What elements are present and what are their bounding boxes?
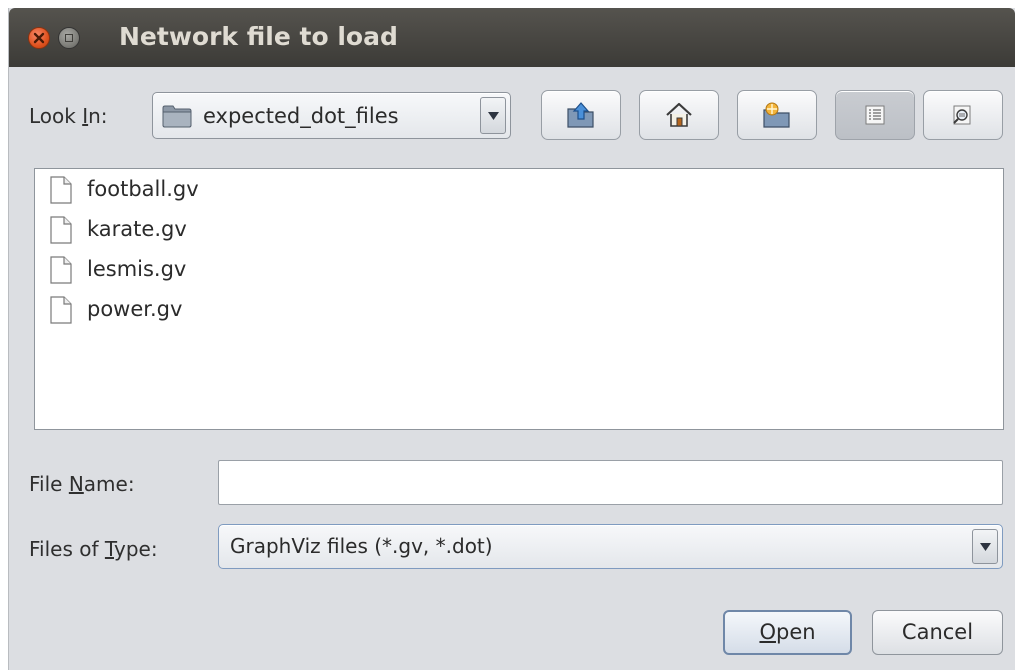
open-button[interactable]: Open [723,610,852,655]
minimize-window-button[interactable] [58,27,80,49]
home-button[interactable] [639,90,719,140]
file-icon [50,176,72,204]
files-of-type-label: Files of Type: [29,537,158,561]
list-view-button[interactable] [835,90,915,140]
file-name: karate.gv [87,217,187,241]
close-icon [33,32,45,44]
file-item-lesmis[interactable]: lesmis.gv [35,249,1003,289]
window-title: Network file to load [119,22,398,51]
folder-icon [162,105,192,128]
home-icon [666,102,692,127]
file-list[interactable]: football.gv karate.gv lesmis.gv power.gv [34,168,1004,430]
close-window-button[interactable] [28,27,50,49]
create-new-folder-button[interactable] [737,90,817,140]
file-item-karate[interactable]: karate.gv [35,209,1003,249]
file-name-label: File Name: [29,472,135,496]
list-view-icon [865,105,885,125]
file-name: football.gv [87,177,199,201]
files-of-type-dropdown-button[interactable] [972,529,998,564]
title-bar[interactable]: Network file to load [9,8,1015,67]
look-in-combo[interactable]: expected_dot_files [152,92,511,139]
look-in-label: Look In: [29,104,108,128]
file-name: power.gv [87,297,183,321]
look-in-dropdown-button[interactable] [480,97,506,134]
details-view-icon [953,105,971,125]
chevron-down-icon [488,111,499,120]
files-of-type-value: GraphViz files (*.gv, *.dot) [230,534,493,558]
file-name-input[interactable] [218,460,1003,505]
cancel-button[interactable]: Cancel [872,610,1003,655]
file-icon [50,216,72,244]
file-item-power[interactable]: power.gv [35,289,1003,329]
file-chooser-dialog: Network file to load Look In: expected_d… [8,8,1015,670]
file-icon [50,256,72,284]
file-icon [50,296,72,324]
folder-up-icon [567,102,594,128]
files-of-type-combo[interactable]: GraphViz files (*.gv, *.dot) [218,524,1003,569]
details-view-button[interactable] [923,90,1003,140]
file-item-football[interactable]: football.gv [35,169,1003,209]
file-name: lesmis.gv [87,257,187,281]
up-one-level-button[interactable] [541,90,621,140]
look-in-value: expected_dot_files [203,104,399,128]
new-folder-icon [763,102,790,128]
chevron-down-icon [980,542,991,551]
